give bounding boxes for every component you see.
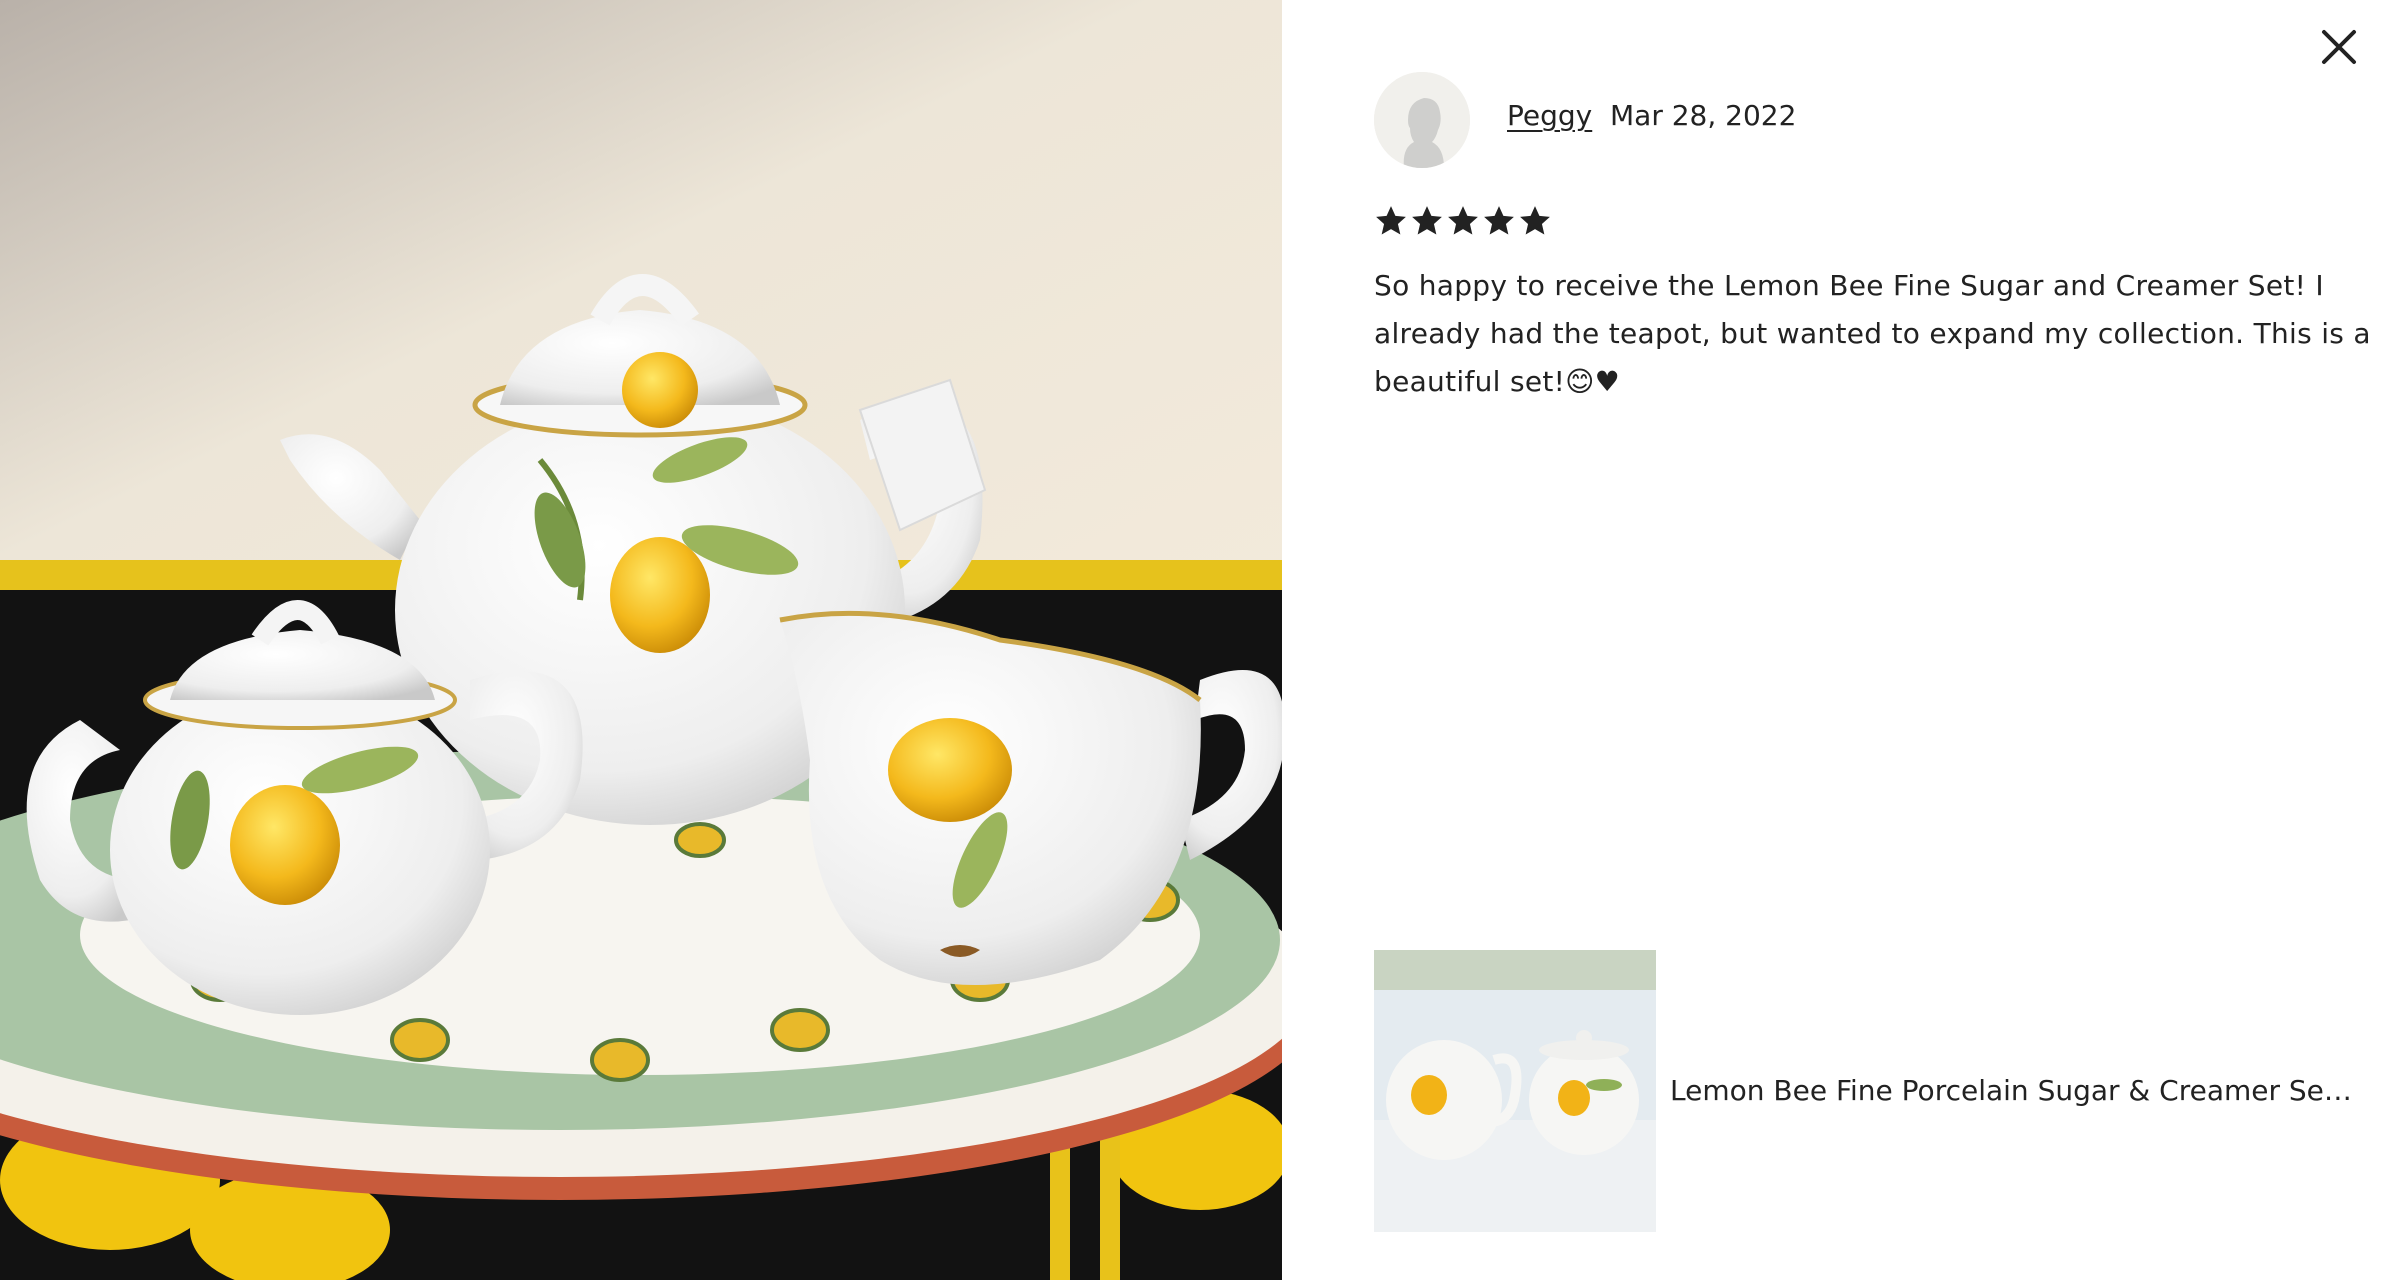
star-icon xyxy=(1484,206,1514,235)
review-text: So happy to receive the Lemon Bee Fine S… xyxy=(1374,269,2371,398)
review-photo xyxy=(0,0,1282,1280)
star-rating xyxy=(1374,204,1552,238)
star-icon xyxy=(1520,206,1550,235)
star-icon xyxy=(1376,206,1406,235)
product-link[interactable]: Lemon Bee Fine Porcelain Sugar & Creamer… xyxy=(1374,950,2364,1232)
review-date: Mar 28, 2022 xyxy=(1610,99,1797,132)
product-title[interactable]: Lemon Bee Fine Porcelain Sugar & Creamer… xyxy=(1670,1071,2360,1111)
product-thumbnail[interactable] xyxy=(1374,950,1656,1232)
star-icon xyxy=(1412,206,1442,235)
close-button[interactable] xyxy=(2316,24,2362,70)
star-icon xyxy=(1448,206,1478,235)
reviewer-avatar[interactable] xyxy=(1374,72,1470,168)
tea-set-photo xyxy=(0,0,1282,1280)
product-thumbnail-image xyxy=(1374,950,1656,1232)
user-silhouette-icon xyxy=(1374,72,1470,168)
close-icon xyxy=(2322,30,2356,64)
reviewer-name-link[interactable]: Peggy xyxy=(1507,96,1592,136)
